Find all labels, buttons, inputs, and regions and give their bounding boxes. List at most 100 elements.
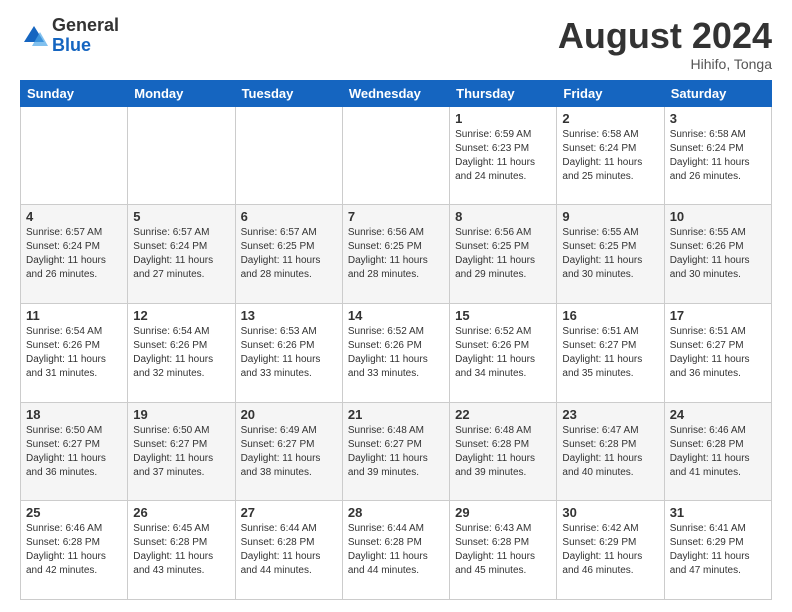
col-saturday: Saturday (664, 80, 771, 106)
calendar-cell: 31Sunrise: 6:41 AM Sunset: 6:29 PM Dayli… (664, 501, 771, 600)
day-info: Sunrise: 6:52 AM Sunset: 6:26 PM Dayligh… (348, 325, 444, 381)
logo: General Blue (20, 16, 119, 56)
day-info: Sunrise: 6:53 AM Sunset: 6:26 PM Dayligh… (241, 325, 337, 381)
day-info: Sunrise: 6:54 AM Sunset: 6:26 PM Dayligh… (26, 325, 122, 381)
day-number: 3 (670, 111, 766, 126)
calendar-cell (235, 106, 342, 205)
calendar-cell (342, 106, 449, 205)
calendar-cell: 8 Sunrise: 6:56 AM Sunset: 6:25 PM Daylig… (450, 205, 557, 304)
col-wednesday: Wednesday (342, 80, 449, 106)
day-number: 5 (133, 209, 229, 224)
week-row-4: 18 Sunrise: 6:50 AM Sunset: 6:27 PM Dayli… (21, 402, 772, 501)
calendar: Sunday Monday Tuesday Wednesday Thursday… (20, 80, 772, 600)
day-info: Sunrise: 6:51 AM Sunset: 6:27 PM Dayligh… (670, 325, 766, 381)
day-number: 4 (26, 209, 122, 224)
day-info: Sunrise: 6:41 AM Sunset: 6:29 PM Dayligh… (670, 522, 766, 578)
day-number: 28 (348, 505, 444, 520)
calendar-cell: 20 Sunrise: 6:49 AM Sunset: 6:27 PM Dayli… (235, 402, 342, 501)
day-number: 10 (670, 209, 766, 224)
day-number: 15 (455, 308, 551, 323)
day-info: Sunrise: 6:57 AM Sunset: 6:25 PM Dayligh… (241, 226, 337, 282)
calendar-cell: 24Sunrise: 6:46 AM Sunset: 6:28 PM Dayli… (664, 402, 771, 501)
header-row: Sunday Monday Tuesday Wednesday Thursday… (21, 80, 772, 106)
calendar-cell: 15 Sunrise: 6:52 AM Sunset: 6:26 PM Dayli… (450, 303, 557, 402)
calendar-cell: 10 Sunrise: 6:55 AM Sunset: 6:26 PM Dayli… (664, 205, 771, 304)
day-info: Sunrise: 6:59 AM Sunset: 6:23 PM Dayligh… (455, 128, 551, 184)
day-number: 9 (562, 209, 658, 224)
calendar-cell: 29 Sunrise: 6:43 AM Sunset: 6:28 PM Dayli… (450, 501, 557, 600)
logo-text: General Blue (52, 16, 119, 56)
day-number: 29 (455, 505, 551, 520)
calendar-cell: 12 Sunrise: 6:54 AM Sunset: 6:26 PM Dayli… (128, 303, 235, 402)
week-row-1: 1 Sunrise: 6:59 AM Sunset: 6:23 PM Daylig… (21, 106, 772, 205)
calendar-cell: 13Sunrise: 6:53 AM Sunset: 6:26 PM Dayli… (235, 303, 342, 402)
calendar-cell: 1 Sunrise: 6:59 AM Sunset: 6:23 PM Daylig… (450, 106, 557, 205)
day-info: Sunrise: 6:46 AM Sunset: 6:28 PM Dayligh… (670, 424, 766, 480)
page: General Blue August 2024 Hihifo, Tonga S… (0, 0, 792, 612)
calendar-cell (128, 106, 235, 205)
day-number: 21 (348, 407, 444, 422)
day-info: Sunrise: 6:46 AM Sunset: 6:28 PM Dayligh… (26, 522, 122, 578)
day-number: 14 (348, 308, 444, 323)
day-info: Sunrise: 6:49 AM Sunset: 6:27 PM Dayligh… (241, 424, 337, 480)
day-info: Sunrise: 6:42 AM Sunset: 6:29 PM Dayligh… (562, 522, 658, 578)
col-thursday: Thursday (450, 80, 557, 106)
calendar-cell: 26Sunrise: 6:45 AM Sunset: 6:28 PM Dayli… (128, 501, 235, 600)
week-row-5: 25 Sunrise: 6:46 AM Sunset: 6:28 PM Dayli… (21, 501, 772, 600)
day-number: 19 (133, 407, 229, 422)
day-number: 12 (133, 308, 229, 323)
day-info: Sunrise: 6:44 AM Sunset: 6:28 PM Dayligh… (241, 522, 337, 578)
day-info: Sunrise: 6:50 AM Sunset: 6:27 PM Dayligh… (26, 424, 122, 480)
calendar-cell: 23Sunrise: 6:47 AM Sunset: 6:28 PM Dayli… (557, 402, 664, 501)
calendar-cell: 14 Sunrise: 6:52 AM Sunset: 6:26 PM Dayli… (342, 303, 449, 402)
location: Hihifo, Tonga (558, 56, 772, 72)
calendar-cell: 27 Sunrise: 6:44 AM Sunset: 6:28 PM Dayli… (235, 501, 342, 600)
calendar-cell: 16Sunrise: 6:51 AM Sunset: 6:27 PM Dayli… (557, 303, 664, 402)
calendar-cell: 25 Sunrise: 6:46 AM Sunset: 6:28 PM Dayli… (21, 501, 128, 600)
calendar-cell: 4 Sunrise: 6:57 AM Sunset: 6:24 PM Daylig… (21, 205, 128, 304)
day-number: 20 (241, 407, 337, 422)
day-number: 7 (348, 209, 444, 224)
col-tuesday: Tuesday (235, 80, 342, 106)
calendar-cell: 3 Sunrise: 6:58 AM Sunset: 6:24 PM Daylig… (664, 106, 771, 205)
day-info: Sunrise: 6:57 AM Sunset: 6:24 PM Dayligh… (26, 226, 122, 282)
day-info: Sunrise: 6:43 AM Sunset: 6:28 PM Dayligh… (455, 522, 551, 578)
day-number: 1 (455, 111, 551, 126)
col-monday: Monday (128, 80, 235, 106)
calendar-cell: 19 Sunrise: 6:50 AM Sunset: 6:27 PM Dayli… (128, 402, 235, 501)
day-info: Sunrise: 6:54 AM Sunset: 6:26 PM Dayligh… (133, 325, 229, 381)
day-number: 11 (26, 308, 122, 323)
calendar-cell: 17Sunrise: 6:51 AM Sunset: 6:27 PM Dayli… (664, 303, 771, 402)
day-info: Sunrise: 6:50 AM Sunset: 6:27 PM Dayligh… (133, 424, 229, 480)
day-info: Sunrise: 6:55 AM Sunset: 6:25 PM Dayligh… (562, 226, 658, 282)
calendar-cell: 21 Sunrise: 6:48 AM Sunset: 6:27 PM Dayli… (342, 402, 449, 501)
calendar-cell: 18 Sunrise: 6:50 AM Sunset: 6:27 PM Dayli… (21, 402, 128, 501)
calendar-cell: 5 Sunrise: 6:57 AM Sunset: 6:24 PM Daylig… (128, 205, 235, 304)
day-number: 18 (26, 407, 122, 422)
day-info: Sunrise: 6:58 AM Sunset: 6:24 PM Dayligh… (670, 128, 766, 184)
week-row-2: 4 Sunrise: 6:57 AM Sunset: 6:24 PM Daylig… (21, 205, 772, 304)
calendar-cell: 30Sunrise: 6:42 AM Sunset: 6:29 PM Dayli… (557, 501, 664, 600)
logo-icon (20, 22, 48, 50)
title-block: August 2024 Hihifo, Tonga (558, 16, 772, 72)
day-number: 16 (562, 308, 658, 323)
day-info: Sunrise: 6:57 AM Sunset: 6:24 PM Dayligh… (133, 226, 229, 282)
logo-general: General (52, 15, 119, 35)
calendar-cell: 22 Sunrise: 6:48 AM Sunset: 6:28 PM Dayli… (450, 402, 557, 501)
day-info: Sunrise: 6:52 AM Sunset: 6:26 PM Dayligh… (455, 325, 551, 381)
day-number: 2 (562, 111, 658, 126)
day-number: 22 (455, 407, 551, 422)
calendar-cell: 28Sunrise: 6:44 AM Sunset: 6:28 PM Dayli… (342, 501, 449, 600)
day-number: 25 (26, 505, 122, 520)
day-info: Sunrise: 6:56 AM Sunset: 6:25 PM Dayligh… (455, 226, 551, 282)
day-info: Sunrise: 6:48 AM Sunset: 6:27 PM Dayligh… (348, 424, 444, 480)
day-number: 6 (241, 209, 337, 224)
day-info: Sunrise: 6:55 AM Sunset: 6:26 PM Dayligh… (670, 226, 766, 282)
day-info: Sunrise: 6:48 AM Sunset: 6:28 PM Dayligh… (455, 424, 551, 480)
day-number: 8 (455, 209, 551, 224)
day-number: 27 (241, 505, 337, 520)
calendar-cell: 2Sunrise: 6:58 AM Sunset: 6:24 PM Daylig… (557, 106, 664, 205)
col-sunday: Sunday (21, 80, 128, 106)
calendar-cell: 6 Sunrise: 6:57 AM Sunset: 6:25 PM Daylig… (235, 205, 342, 304)
calendar-cell (21, 106, 128, 205)
